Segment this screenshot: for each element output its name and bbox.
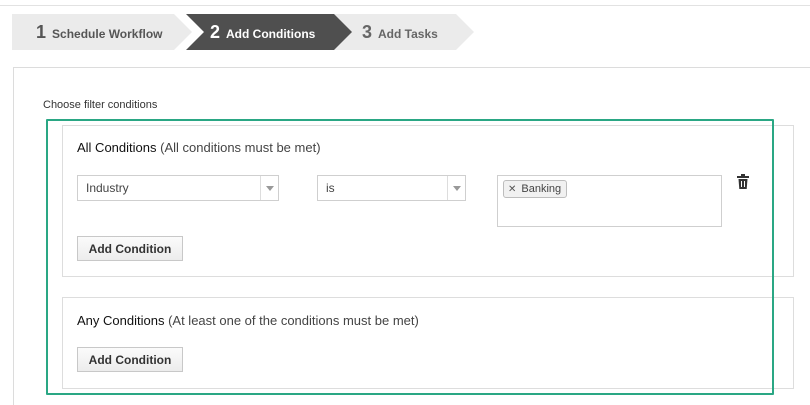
top-divider — [0, 5, 810, 6]
filter-heading: Choose filter conditions — [43, 99, 158, 111]
step-label: Schedule Workflow — [52, 26, 163, 41]
step-number: 3 — [362, 21, 373, 42]
highlight-frame — [46, 119, 774, 395]
wizard-step-schedule-workflow[interactable]: 1 Schedule Workflow — [12, 14, 192, 50]
wizard-step-add-conditions[interactable]: 2 Add Conditions — [186, 14, 356, 50]
step-label: Add Tasks — [378, 26, 438, 41]
step-number: 1 — [36, 21, 47, 42]
wizard-step-add-tasks[interactable]: 3 Add Tasks — [334, 14, 474, 50]
step-number: 2 — [210, 21, 221, 42]
step-label: Add Conditions — [226, 26, 316, 41]
